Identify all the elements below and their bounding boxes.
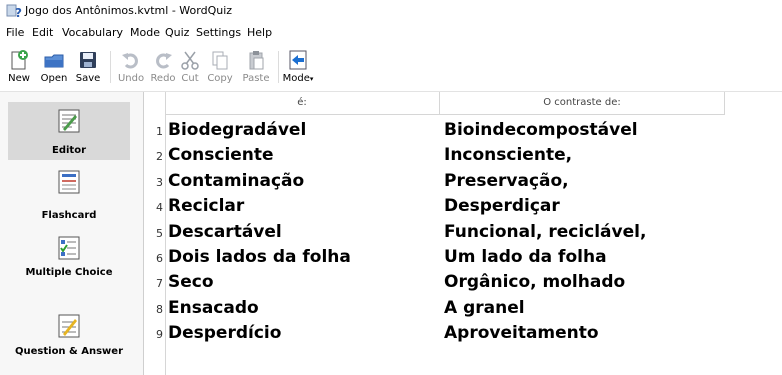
copy-icon xyxy=(212,51,228,70)
contrast-cell[interactable]: Desperdiçar xyxy=(444,196,729,216)
menu-settings[interactable]: Settings xyxy=(196,26,241,39)
undo-button[interactable]: Undo xyxy=(113,45,149,89)
row-number: 1 xyxy=(156,125,163,138)
toolbar-separator xyxy=(278,51,279,83)
dropdown-arrow-icon: ▾ xyxy=(309,75,314,83)
menu-bar: File Edit Vocabulary Mode Quiz Settings … xyxy=(0,24,782,42)
row-number: 9 xyxy=(156,328,163,342)
contrast-cell[interactable]: Preservação, xyxy=(444,171,729,191)
paste-button[interactable]: Paste xyxy=(238,45,274,89)
sidebar-item-label: Question & Answer xyxy=(15,346,123,357)
undo-label: Undo xyxy=(117,73,145,84)
new-button[interactable]: New xyxy=(1,45,37,89)
term-cell[interactable]: Contaminação xyxy=(168,171,438,191)
menu-file[interactable]: File xyxy=(6,26,24,39)
mode-sidebar: Editor Flashcard Multiple Choice Questio… xyxy=(0,92,144,375)
sidebar-item-multiple-choice[interactable]: Multiple Choice xyxy=(8,234,130,296)
title-bar: ? Jogo dos Antônimos.kvtml - WordQuiz xyxy=(0,0,782,22)
save-button[interactable]: Save xyxy=(70,45,106,89)
sidebar-item-flashcard[interactable]: Flashcard xyxy=(8,164,130,222)
wordquiz-app-icon: ? xyxy=(6,4,22,19)
redo-icon xyxy=(156,53,172,69)
sidebar-item-label: Multiple Choice xyxy=(25,267,113,278)
open-label: Open xyxy=(40,73,68,84)
row-number: 6 xyxy=(156,252,163,265)
contrast-cell[interactable]: Inconsciente, xyxy=(444,145,729,165)
term-cell[interactable]: Reciclar xyxy=(168,196,438,216)
contrast-cell[interactable]: Funcional, reciclável, xyxy=(444,222,729,242)
term-cell[interactable]: Descartável xyxy=(168,222,438,242)
term-cell[interactable]: Seco xyxy=(168,272,438,292)
question-answer-icon xyxy=(58,314,80,338)
menu-edit[interactable]: Edit xyxy=(32,26,53,39)
term-cell[interactable]: Ensacado xyxy=(168,298,438,318)
save-disk-icon xyxy=(80,52,96,68)
sidebar-item-label: Flashcard xyxy=(41,210,97,221)
new-document-icon xyxy=(11,50,28,70)
mode-label: Mode▾ xyxy=(280,73,316,84)
mode-label-text: Mode xyxy=(282,73,310,84)
column-header-term[interactable]: é: xyxy=(165,92,440,115)
row-number: 2 xyxy=(156,150,163,164)
mode-icon xyxy=(289,50,307,70)
term-cell[interactable]: Consciente xyxy=(168,145,438,165)
flashcard-icon xyxy=(58,170,80,194)
sidebar-item-label: Editor xyxy=(52,145,86,156)
sidebar-item-question-answer[interactable]: Question & Answer xyxy=(8,310,130,372)
multiple-choice-icon xyxy=(58,236,80,260)
contrast-cell[interactable]: Aproveitamento xyxy=(444,323,729,343)
save-label: Save xyxy=(75,73,101,84)
row-number: 8 xyxy=(156,302,163,316)
paste-clipboard-icon xyxy=(249,51,264,70)
contrast-cell[interactable]: Um lado da folha xyxy=(444,247,729,267)
new-label: New xyxy=(8,73,30,84)
paste-label: Paste xyxy=(242,73,270,84)
mode-menu-button[interactable]: Mode▾ xyxy=(280,45,316,89)
contrast-cell[interactable]: Orgânico, molhado xyxy=(444,272,729,292)
svg-text:?: ? xyxy=(15,6,22,19)
row-number: 3 xyxy=(156,175,163,189)
open-button[interactable]: Open xyxy=(36,45,72,89)
menu-vocabulary[interactable]: Vocabulary xyxy=(62,26,123,39)
open-folder-icon xyxy=(44,54,64,68)
row-number-divider xyxy=(165,92,166,375)
contrast-cell[interactable]: A granel xyxy=(444,298,729,318)
scissors-icon xyxy=(181,51,199,70)
editor-icon xyxy=(58,109,80,133)
row-number: 4 xyxy=(156,201,163,215)
term-cell[interactable]: Desperdício xyxy=(168,323,438,343)
row-number: 5 xyxy=(156,226,163,240)
contrast-cell[interactable]: Bioindecompostável xyxy=(444,120,729,140)
sidebar-item-editor[interactable]: Editor xyxy=(8,102,130,160)
toolbar-separator xyxy=(110,51,111,83)
undo-icon xyxy=(122,53,138,69)
main-toolbar: New Open Save Undo Redo Cut Copy Paste M… xyxy=(0,45,782,92)
menu-mode[interactable]: Mode xyxy=(130,26,160,39)
vocabulary-table: é: O contraste de: 1 Biodegradável Bioinde… xyxy=(147,92,782,375)
term-cell[interactable]: Dois lados da folha xyxy=(168,247,438,267)
copy-label: Copy xyxy=(207,73,233,84)
copy-button[interactable]: Copy xyxy=(202,45,238,89)
menu-help[interactable]: Help xyxy=(247,26,272,39)
term-cell[interactable]: Biodegradável xyxy=(168,120,438,140)
window-title: Jogo dos Antônimos.kvtml - WordQuiz xyxy=(25,4,233,17)
row-number: 7 xyxy=(156,277,163,291)
column-header-contrast[interactable]: O contraste de: xyxy=(440,92,725,115)
menu-quiz[interactable]: Quiz xyxy=(165,26,189,39)
